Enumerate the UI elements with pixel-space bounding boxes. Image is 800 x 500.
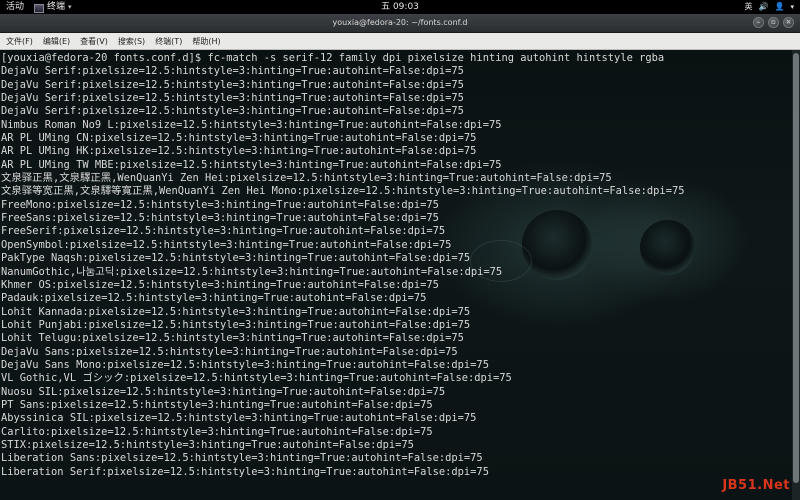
terminal-line: DejaVu Serif:pixelsize=12.5:hintstyle=3:… [1,105,464,118]
terminal-line: AR PL UMing CN:pixelsize=12.5:hintstyle=… [1,132,477,145]
watermark-text: JB51.Net [722,478,790,493]
terminal-line: AR PL UMing HK:pixelsize=12.5:hintstyle=… [1,145,477,158]
volume-icon[interactable]: 🔊 [759,0,769,14]
activities-button[interactable]: 活动 [6,0,24,14]
terminal-line: OpenSymbol:pixelsize=12.5:hintstyle=3:hi… [1,238,452,251]
input-method-indicator[interactable]: 英 [745,0,753,14]
gnome-top-bar: 活动 终端 ▾ 五 09:03 英 🔊 👤 ▾ [0,0,800,14]
terminal-view[interactable]: [youxia@fedora-20 fonts.conf.d]$ fc-matc… [0,50,800,500]
terminal-line: 文泉驿正黑,文泉驛正黑,WenQuanYi Zen Hei:pixelsize=… [1,172,612,185]
terminal-app-icon [34,3,44,13]
terminal-line: Padauk:pixelsize=12.5:hintstyle=3:hintin… [1,292,427,305]
menu-file[interactable]: 文件(F) [0,36,38,47]
terminal-line: Liberation Sans:pixelsize=12.5:hintstyle… [1,452,483,465]
terminal-line: 文泉驿等宽正黑,文泉驛等寬正黑,WenQuanYi Zen Hei Mono:p… [1,185,685,198]
terminal-line: NanumGothic,나눔고딕:pixelsize=12.5:hintstyl… [1,265,503,278]
window-title: youxia@fedora-20: ~/fonts.conf.d [332,18,468,27]
menu-view[interactable]: 查看(V) [75,36,113,47]
terminal-line: Liberation Serif:pixelsize=12.5:hintstyl… [1,465,489,478]
user-icon[interactable]: 👤 [775,0,785,14]
window-title-bar[interactable]: youxia@fedora-20: ~/fonts.conf.d – ▫ × [0,14,800,33]
terminal-line: Carlito:pixelsize=12.5:hintstyle=3:hinti… [1,425,433,438]
menu-bar: 文件(F) 编辑(E) 查看(V) 搜索(S) 终端(T) 帮助(H) [0,33,800,50]
terminal-line: DejaVu Serif:pixelsize=12.5:hintstyle=3:… [1,78,464,91]
terminal-line: Abyssinica SIL:pixelsize=12.5:hintstyle=… [1,412,477,425]
terminal-line: STIX:pixelsize=12.5:hintstyle=3:hinting=… [1,438,414,451]
terminal-line: Lohit Punjabi:pixelsize=12.5:hintstyle=3… [1,318,471,331]
menu-edit[interactable]: 编辑(E) [38,36,75,47]
terminal-line: FreeMono:pixelsize=12.5:hintstyle=3:hint… [1,198,439,211]
terminal-line: FreeSans:pixelsize=12.5:hintstyle=3:hint… [1,212,439,225]
menu-terminal[interactable]: 终端(T) [150,36,187,47]
terminal-line: Lohit Telugu:pixelsize=12.5:hintstyle=3:… [1,332,464,345]
terminal-line: VL Gothic,VL ゴシック:pixelsize=12.5:hintsty… [1,372,512,385]
terminal-line: DejaVu Sans:pixelsize=12.5:hintstyle=3:h… [1,345,458,358]
terminal-line: Lohit Kannada:pixelsize=12.5:hintstyle=3… [1,305,471,318]
scrollbar-thumb[interactable] [793,53,799,483]
terminal-line: FreeSerif:pixelsize=12.5:hintstyle=3:hin… [1,225,446,238]
terminal-output: [youxia@fedora-20 fonts.conf.d]$ fc-matc… [0,52,684,479]
site-watermark: JB51.Net [722,478,790,493]
terminal-line: Nimbus Roman No9 L:pixelsize=12.5:hintst… [1,118,502,131]
close-button[interactable]: × [783,17,794,28]
terminal-line: DejaVu Serif:pixelsize=12.5:hintstyle=3:… [1,92,464,105]
terminal-line: Khmer OS:pixelsize=12.5:hintstyle=3:hint… [1,278,439,291]
terminal-line: DejaVu Serif:pixelsize=12.5:hintstyle=3:… [1,65,464,78]
terminal-line: AR PL UMing TW MBE:pixelsize=12.5:hintst… [1,158,502,171]
chevron-down-icon[interactable]: ▾ [790,0,794,14]
terminal-line: Nuosu SIL:pixelsize=12.5:hintstyle=3:hin… [1,385,446,398]
terminal-line: PT Sans:pixelsize=12.5:hintstyle=3:hinti… [1,398,433,411]
minimize-button[interactable]: – [753,17,764,28]
terminal-line: [youxia@fedora-20 fonts.conf.d]$ fc-matc… [1,52,665,64]
terminal-line: PakType Naqsh:pixelsize=12.5:hintstyle=3… [1,252,471,265]
menu-help[interactable]: 帮助(H) [187,36,225,47]
menu-search[interactable]: 搜索(S) [113,36,150,47]
terminal-scrollbar[interactable] [792,50,800,500]
terminal-line: DejaVu Sans Mono:pixelsize=12.5:hintstyl… [1,358,489,371]
window-controls: – ▫ × [753,17,794,28]
app-menu[interactable]: 终端 ▾ [34,0,72,14]
app-menu-label: 终端 [47,2,66,12]
maximize-button[interactable]: ▫ [768,17,779,28]
clock[interactable]: 五 09:03 [0,0,800,14]
chevron-down-icon: ▾ [68,3,72,11]
status-area: 英 🔊 👤 ▾ [745,0,794,14]
